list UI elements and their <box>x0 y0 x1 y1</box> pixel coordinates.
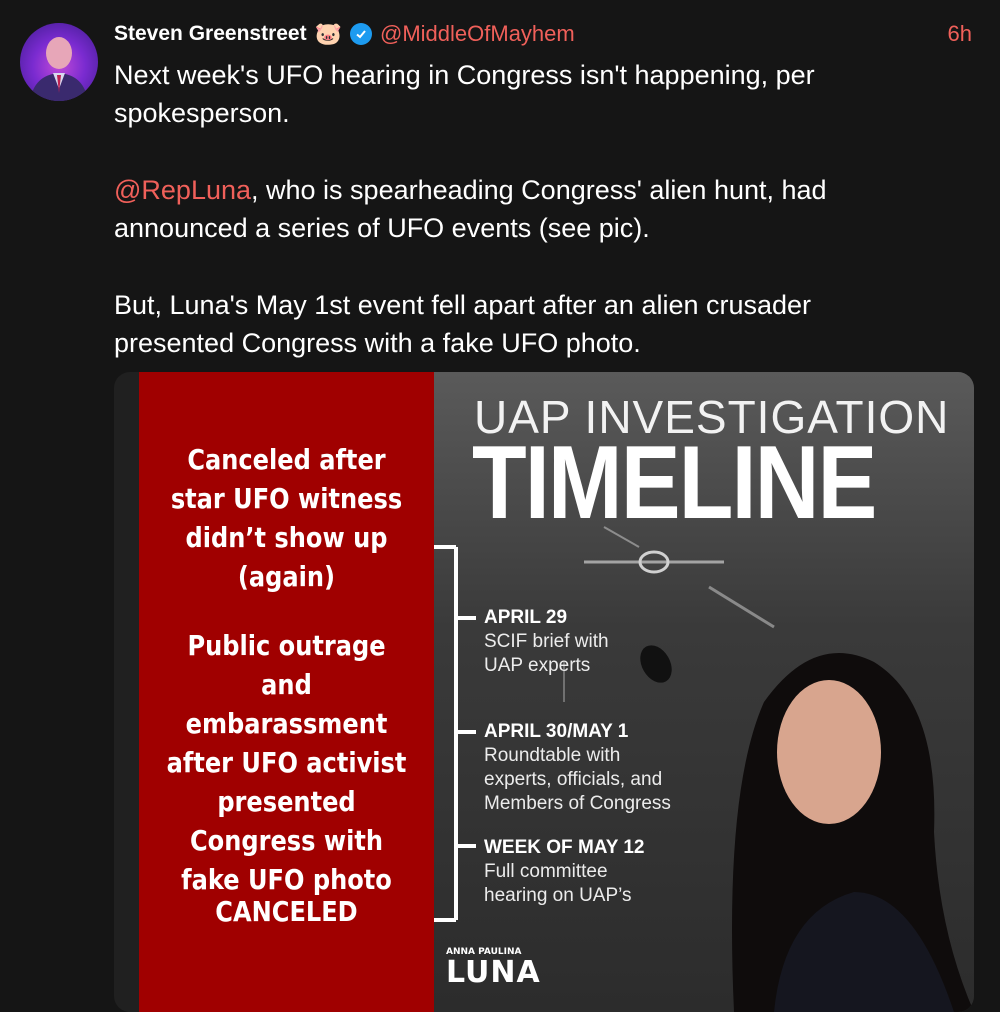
luna-logo-big: LUNA <box>446 955 541 990</box>
timeline-graphic: UAP INVESTIGATION TIMELINE APRIL 29 SCIF… <box>434 372 974 1012</box>
graphic-title-line2: TIMELINE <box>472 425 877 541</box>
timeline-entry-desc: SCIF brief with UAP experts <box>484 631 609 676</box>
tweet-paragraph-1: Next week's UFO hearing in Congress isn'… <box>114 60 815 128</box>
timeline-entry: APRIL 29 SCIF brief with UAP experts <box>484 606 624 678</box>
tweet-timestamp[interactable]: 6h <box>948 21 972 47</box>
mention-link[interactable]: @RepLuna <box>114 175 251 205</box>
author-handle[interactable]: @MiddleOfMayhem <box>380 21 575 47</box>
timeline-entry-date: APRIL 30/MAY 1 <box>484 721 629 742</box>
timeline-entry-desc: Full committee hearing on UAP’s <box>484 861 632 906</box>
timeline-entry-date: WEEK OF MAY 12 <box>484 837 645 858</box>
tweet-paragraph-3: But, Luna's May 1st event fell apart aft… <box>114 290 812 358</box>
red-annotation-panel: Canceled after star UFO witness didn’t s… <box>139 372 434 1012</box>
tweet-paragraph-2: @RepLuna, who is spearheading Congress' … <box>114 171 934 247</box>
luna-logo: ANNA PAULINA LUNA <box>446 947 541 989</box>
tweet-body: Next week's UFO hearing in Congress isn'… <box>114 56 934 401</box>
pig-emoji-icon: 🐷 <box>314 21 342 46</box>
verified-badge-icon <box>350 23 372 45</box>
tweet-header: Steven Greenstreet 🐷 @MiddleOfMayhem 6h <box>114 20 972 48</box>
author-name[interactable]: Steven Greenstreet <box>114 22 307 46</box>
timeline-entry: WEEK OF MAY 12 Full committee hearing on… <box>484 836 645 908</box>
annotation-canceled: CANCELED <box>215 895 358 928</box>
annotation-note-2: Public outrage and embarassment after UF… <box>166 629 407 896</box>
tweet-media-image[interactable]: Canceled after star UFO witness didn’t s… <box>114 372 974 1012</box>
avatar-portrait-icon <box>30 37 88 101</box>
timeline-entry-date: APRIL 29 <box>484 607 568 628</box>
timeline-entry-desc: Roundtable with experts, officials, and … <box>484 745 671 814</box>
author-avatar[interactable] <box>20 23 98 101</box>
annotation-note-1: Canceled after star UFO witness didn’t s… <box>170 443 403 593</box>
timeline-entry: APRIL 30/MAY 1 Roundtable with experts, … <box>484 720 684 816</box>
